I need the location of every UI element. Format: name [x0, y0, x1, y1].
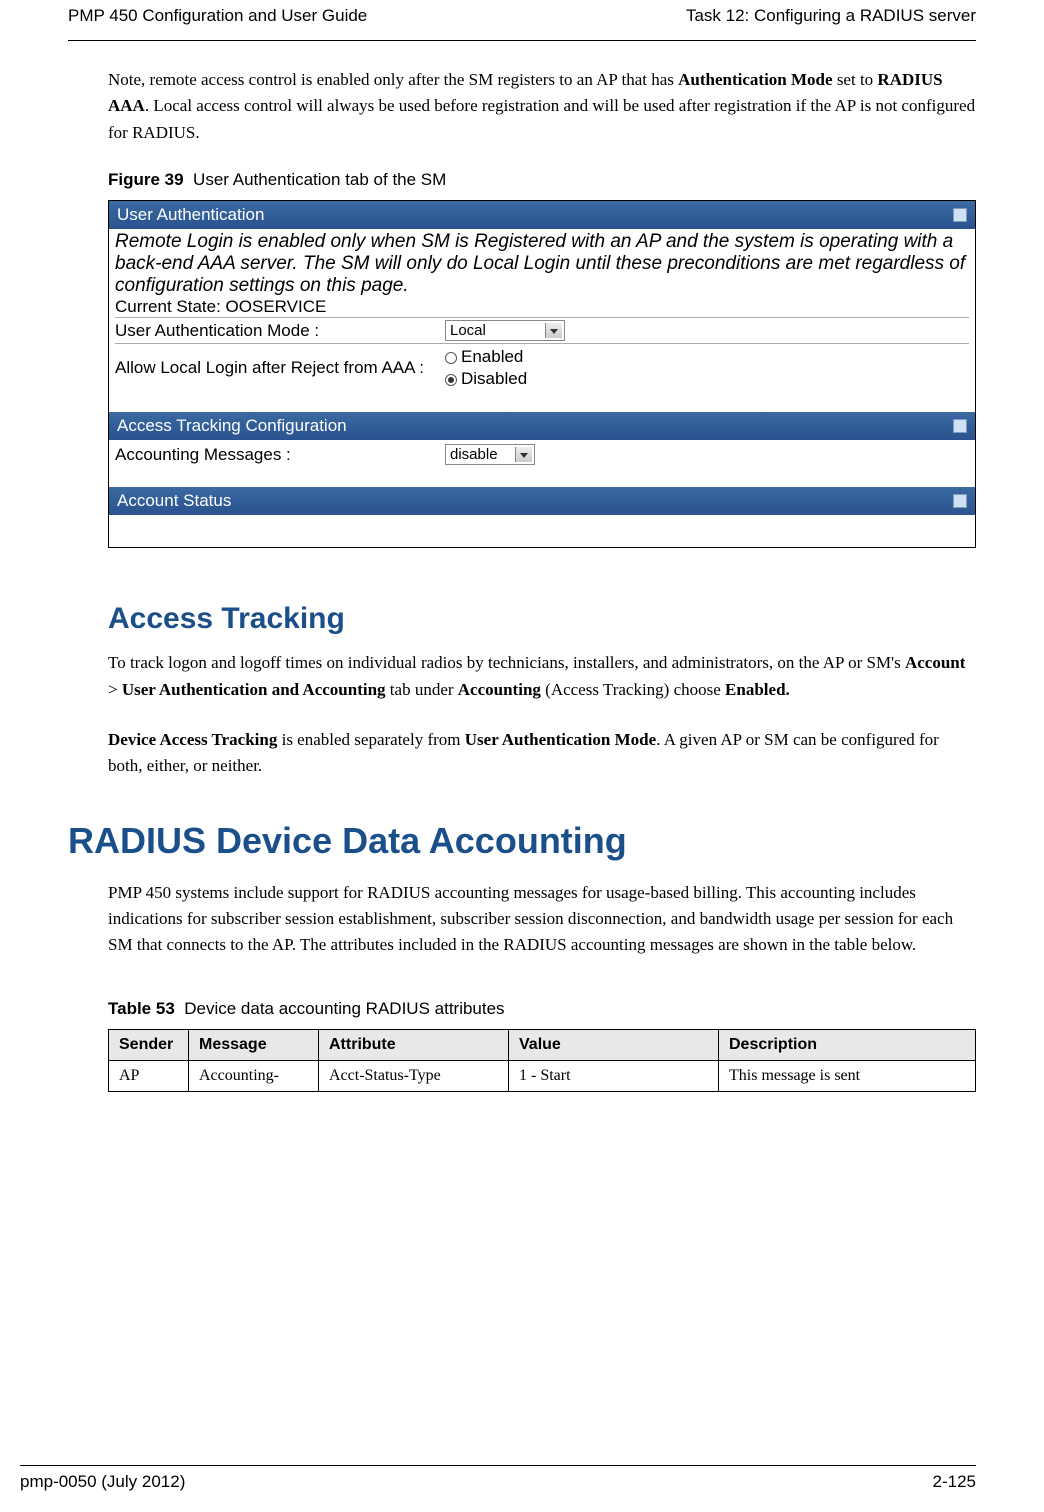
panel-user-auth-title: User Authentication: [109, 201, 975, 229]
intro-paragraph: Note, remote access control is enabled o…: [108, 67, 976, 146]
access-tracking-p1: To track logon and logoff times on indiv…: [108, 650, 976, 703]
figure-caption: Figure 39 User Authentication tab of the…: [108, 170, 976, 190]
allow-local-label: Allow Local Login after Reject from AAA …: [115, 358, 445, 378]
footer-right: 2-125: [933, 1472, 976, 1492]
th-message: Message: [189, 1029, 319, 1060]
panel-collapse-icon[interactable]: [953, 208, 967, 222]
auth-mode-label: User Authentication Mode :: [115, 321, 445, 341]
radius-attributes-table: Sender Message Attribute Value Descripti…: [108, 1029, 976, 1092]
intro-pre: Note, remote access control is enabled o…: [108, 70, 678, 89]
radio-enabled-label: Enabled: [461, 347, 523, 366]
table-header-row: Sender Message Attribute Value Descripti…: [109, 1029, 976, 1060]
access-tracking-heading: Access Tracking: [108, 602, 976, 636]
td-attribute: Acct-Status-Type: [319, 1060, 509, 1091]
th-description: Description: [719, 1029, 976, 1060]
panel-account-status-title: Account Status: [109, 487, 975, 515]
td-sender: AP: [109, 1060, 189, 1091]
footer-left: pmp-0050 (July 2012): [20, 1472, 185, 1492]
panel-access-tracking-title: Access Tracking Configuration: [109, 412, 975, 440]
th-sender: Sender: [109, 1029, 189, 1060]
td-value: 1 - Start: [509, 1060, 719, 1091]
radio-disabled-label: Disabled: [461, 369, 527, 388]
header-left: PMP 450 Configuration and User Guide: [68, 6, 367, 26]
th-attribute: Attribute: [319, 1029, 509, 1060]
header-rule: [68, 40, 976, 41]
td-message: Accounting-: [189, 1060, 319, 1091]
auth-mode-select[interactable]: Local: [445, 320, 565, 341]
panel3-title-text: Account Status: [117, 491, 231, 511]
panel1-title-text: User Authentication: [117, 205, 264, 225]
radius-p1: PMP 450 systems include support for RADI…: [108, 880, 976, 959]
acct-msg-label: Accounting Messages :: [115, 445, 445, 465]
panel2-title-text: Access Tracking Configuration: [117, 416, 347, 436]
table-row: AP Accounting- Acct-Status-Type 1 - Star…: [109, 1060, 976, 1091]
radius-heading: RADIUS Device Data Accounting: [68, 820, 976, 862]
intro-bold1: Authentication Mode: [678, 70, 832, 89]
panel1-note: Remote Login is enabled only when SM is …: [115, 231, 969, 297]
panel1-state: Current State: OOSERVICE: [115, 297, 969, 317]
panel-collapse-icon[interactable]: [953, 419, 967, 433]
header-right: Task 12: Configuring a RADIUS server: [686, 6, 976, 26]
figure-title: User Authentication tab of the SM: [193, 170, 446, 189]
table-title: Device data accounting RADIUS attributes: [184, 999, 504, 1018]
radio-disabled[interactable]: [445, 374, 457, 386]
table-caption: Table 53 Device data accounting RADIUS a…: [108, 999, 976, 1019]
intro-mid1: set to: [833, 70, 878, 89]
td-description: This message is sent: [719, 1060, 976, 1091]
th-value: Value: [509, 1029, 719, 1060]
figure-label: Figure 39: [108, 170, 184, 189]
radio-enabled[interactable]: [445, 352, 457, 364]
table-label: Table 53: [108, 999, 175, 1018]
ui-screenshot: User Authentication Remote Login is enab…: [108, 200, 976, 548]
access-tracking-p2: Device Access Tracking is enabled separa…: [108, 727, 976, 780]
panel-collapse-icon[interactable]: [953, 494, 967, 508]
intro-post: . Local access control will always be us…: [108, 96, 975, 141]
acct-msg-select[interactable]: disable: [445, 444, 535, 465]
